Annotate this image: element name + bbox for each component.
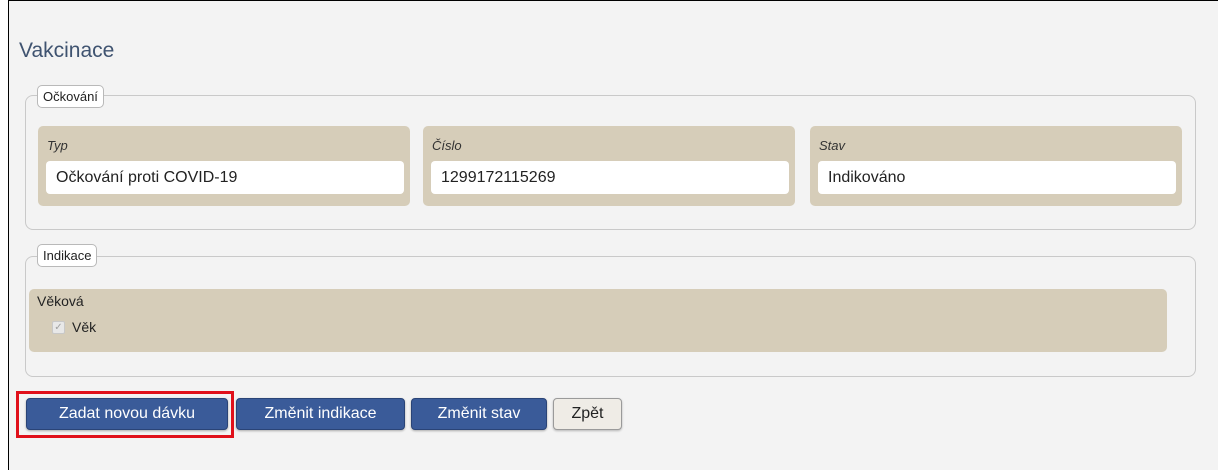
page-title: Vakcinace (19, 39, 115, 62)
back-button[interactable]: Zpět (553, 398, 622, 430)
vek-checkbox[interactable]: ✓ (52, 321, 65, 334)
field-typ-label: Typ (47, 138, 68, 153)
vekova-group: Věková ✓ Věk (29, 289, 1167, 352)
field-typ: Typ Očkování proti COVID-19 (38, 126, 410, 206)
vekova-group-title: Věková (37, 293, 84, 309)
field-cislo: Číslo 1299172115269 (423, 126, 795, 206)
field-typ-value: Očkování proti COVID-19 (46, 161, 404, 194)
field-cislo-value: 1299172115269 (431, 161, 789, 194)
vek-checkbox-label: Věk (72, 319, 97, 335)
change-indications-button[interactable]: Změnit indikace (236, 398, 405, 430)
field-stav-value: Indikováno (818, 161, 1176, 194)
new-dose-button[interactable]: Zadat novou dávku (26, 398, 228, 430)
field-stav: Stav Indikováno (810, 126, 1182, 206)
change-status-button[interactable]: Změnit stav (411, 398, 547, 430)
ockovani-legend: Očkování (37, 85, 104, 108)
field-stav-label: Stav (819, 138, 846, 153)
field-cislo-label: Číslo (432, 138, 462, 153)
indikace-legend: Indikace (37, 244, 98, 267)
